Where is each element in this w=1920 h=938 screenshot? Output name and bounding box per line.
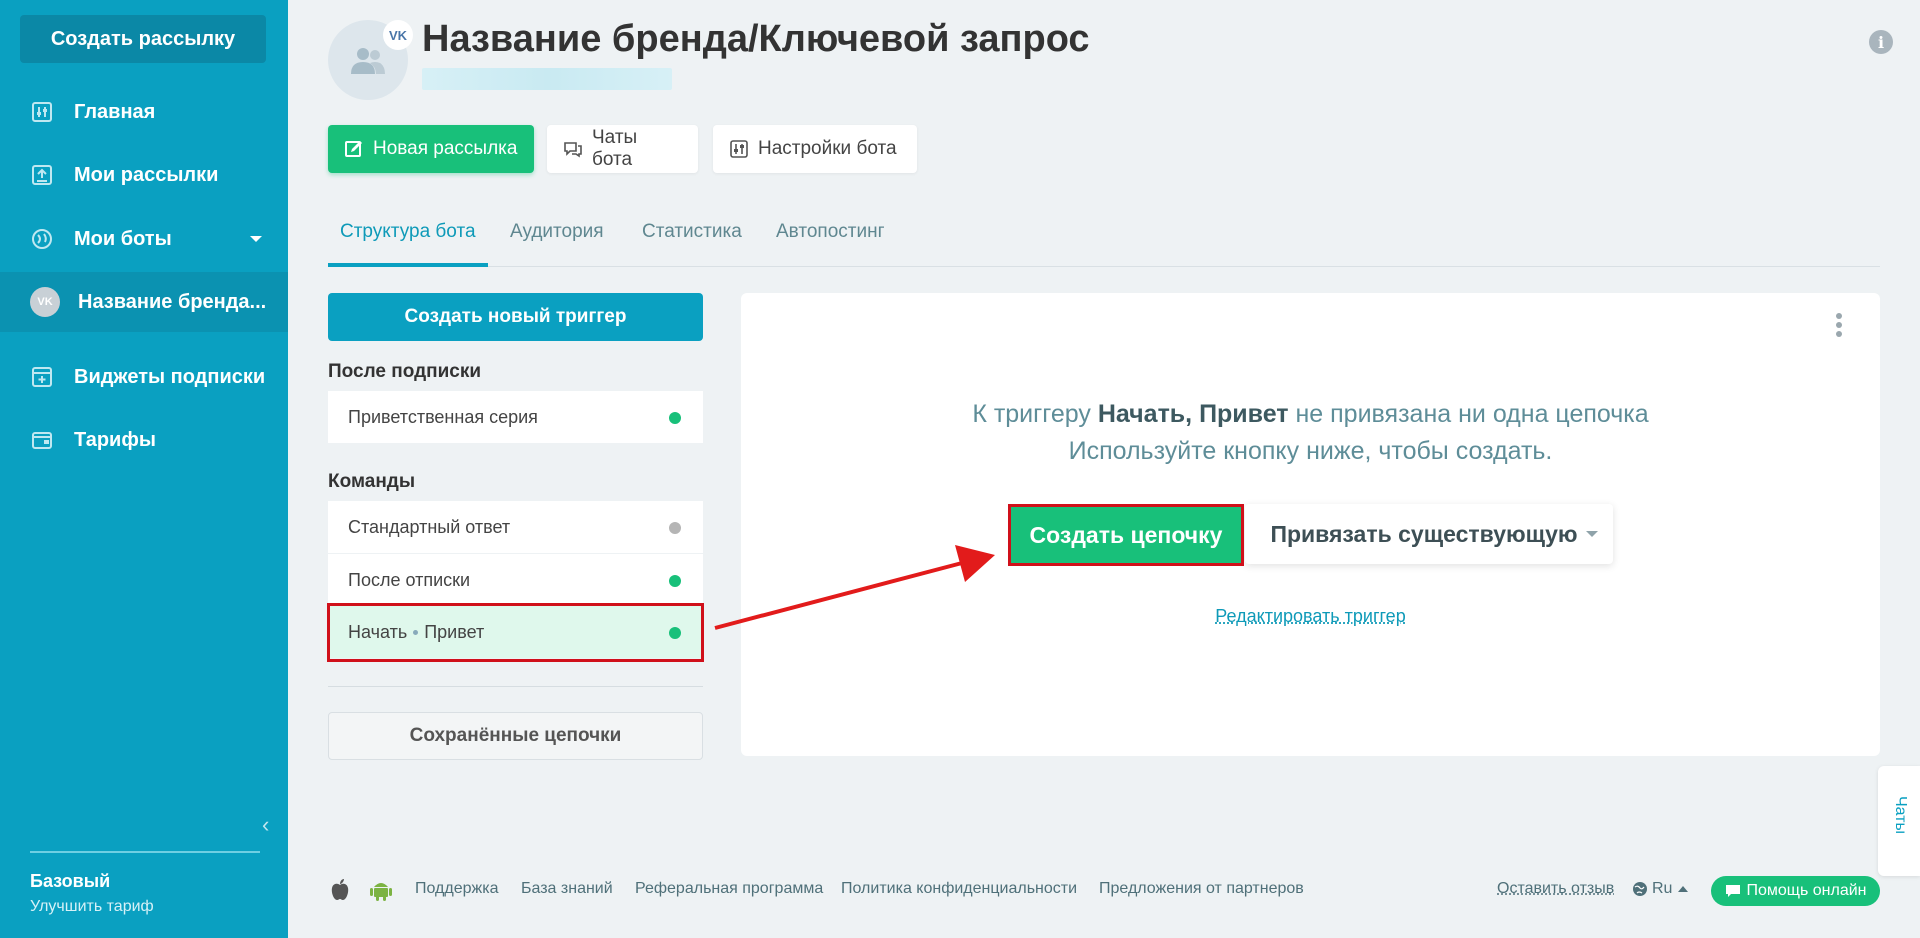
sidebar-item-label: Название бренда... — [78, 290, 267, 313]
chats-side-tab[interactable]: Чаты — [1878, 766, 1920, 876]
sidebar-item-label: Виджеты подписки — [74, 365, 266, 388]
tab-bot-structure[interactable]: Структура бота — [340, 221, 476, 243]
trigger-welcome-series[interactable]: Приветственная серия — [328, 391, 703, 443]
create-mailing-button[interactable]: Создать рассылку — [20, 15, 266, 63]
tab-autoposting[interactable]: Автопостинг — [776, 221, 885, 243]
status-dot-active — [669, 412, 681, 424]
sidebar: Создать рассылку Главная Мои рассылки Мо… — [0, 0, 288, 938]
globe-icon — [1633, 882, 1647, 896]
new-mailing-label: Новая рассылка — [373, 138, 518, 159]
leave-review-link[interactable]: Оставить отзыв — [1497, 880, 1614, 898]
edit-icon — [344, 139, 364, 159]
message-trigger-name: Начать, Привет — [1097, 400, 1289, 428]
sidebar-item-label: Мои рассылки — [74, 163, 219, 186]
highlight-box-create-chain — [1008, 504, 1244, 566]
chevron-down-icon — [250, 236, 262, 242]
trigger-after-unsubscribe[interactable]: После отписки — [328, 554, 703, 606]
sidebar-item-my-mailings[interactable]: Мои рассылки — [0, 145, 288, 205]
trigger-default-reply[interactable]: Стандартный ответ — [328, 501, 703, 553]
sidebar-divider — [30, 851, 260, 853]
online-help-button[interactable]: Помощь онлайн — [1711, 876, 1880, 906]
tab-statistics[interactable]: Статистика — [642, 221, 742, 243]
info-icon[interactable]: i — [1869, 30, 1893, 54]
tab-audience[interactable]: Аудитория — [510, 221, 604, 243]
bind-existing-label: Привязать существующую — [1270, 520, 1578, 547]
chat-icon — [563, 139, 583, 159]
message-suffix: не привязана ни одна цепочка — [1288, 400, 1649, 428]
more-options-icon[interactable] — [1835, 313, 1843, 337]
collapse-sidebar-icon[interactable]: ‹ — [262, 812, 269, 838]
new-mailing-button[interactable]: Новая рассылка — [328, 125, 534, 173]
bot-chats-label: Чаты бота — [592, 127, 638, 170]
footer-link-referral[interactable]: Реферальная программа — [635, 880, 823, 898]
footer-link-knowledge-base[interactable]: База знаний — [521, 880, 613, 898]
bot-settings-button[interactable]: Настройки бота — [713, 125, 917, 173]
online-help-label: Помощь онлайн — [1746, 882, 1867, 899]
trigger-label: Стандартный ответ — [348, 516, 511, 537]
tab-bar: Структура бота Аудитория Статистика Авто… — [328, 215, 1880, 267]
bot-settings-label: Настройки бота — [758, 138, 897, 159]
language-selector[interactable]: Ru — [1632, 880, 1689, 898]
sidebar-item-my-bots[interactable]: Мои боты — [0, 209, 288, 269]
bind-existing-chain-button[interactable]: Привязать существующую — [1245, 504, 1613, 564]
settings-sliders-icon — [729, 139, 749, 159]
android-icon[interactable] — [370, 878, 392, 902]
vk-icon: VK — [30, 287, 60, 317]
bot-chats-button[interactable]: Чаты бота — [547, 125, 698, 173]
wallet-icon — [30, 428, 54, 452]
vk-badge-icon: VK — [383, 20, 413, 50]
footer-link-support[interactable]: Поддержка — [415, 880, 498, 898]
dashboard-icon — [30, 100, 54, 124]
sidebar-item-brand-bot[interactable]: VK Название бренда... — [0, 272, 288, 332]
saved-chains-button[interactable]: Сохранённые цепочки — [328, 712, 703, 760]
message-prefix: К триггеру — [972, 400, 1098, 428]
sidebar-item-label: Главная — [74, 100, 156, 123]
edit-trigger-link[interactable]: Редактировать триггер — [741, 606, 1880, 627]
apple-icon[interactable] — [330, 878, 352, 902]
empty-chain-message: К триггеру Начать, Привет не привязана н… — [741, 396, 1880, 470]
after-subscription-heading: После подписки — [328, 361, 482, 382]
create-trigger-button[interactable]: Создать новый триггер — [328, 293, 703, 341]
upgrade-plan-link[interactable]: Улучшить тариф — [30, 898, 154, 916]
highlight-box-trigger — [327, 603, 704, 662]
sidebar-item-home[interactable]: Главная — [0, 82, 288, 142]
trigger-label: Приветственная серия — [348, 406, 538, 427]
sidebar-item-label: Тарифы — [74, 428, 156, 451]
status-dot-active — [669, 575, 681, 587]
plan-name: Базовый — [30, 871, 111, 891]
page-title: Название бренда/Ключевой запрос — [422, 18, 1090, 60]
sidebar-item-label: Мои боты — [74, 227, 172, 250]
chevron-up-icon — [1678, 886, 1689, 892]
users-icon — [351, 48, 385, 74]
message-hint: Используйте кнопку ниже, чтобы создать. — [1068, 437, 1553, 465]
chat-bubble-icon — [1725, 885, 1740, 897]
status-dot-inactive — [669, 522, 681, 534]
edit-trigger-label: Редактировать триггер — [1215, 606, 1406, 626]
left-panel-divider — [328, 686, 703, 687]
footer-link-partners[interactable]: Предложения от партнеров — [1099, 880, 1304, 898]
sidebar-item-tariffs[interactable]: Тарифы — [0, 410, 288, 470]
active-tab-indicator — [328, 263, 488, 267]
commands-heading: Команды — [328, 471, 416, 492]
bots-icon — [30, 227, 54, 251]
redacted-subtitle — [422, 68, 672, 90]
language-label: Ru — [1652, 880, 1673, 897]
footer-link-privacy[interactable]: Политика конфиденциальности — [841, 880, 1077, 898]
trigger-label: После отписки — [348, 569, 471, 590]
chats-side-label: Чаты — [1892, 796, 1909, 835]
mailing-icon — [30, 163, 54, 187]
widget-icon — [30, 365, 54, 389]
sidebar-item-widgets[interactable]: Виджеты подписки — [0, 347, 288, 407]
chevron-down-icon — [1585, 531, 1598, 537]
